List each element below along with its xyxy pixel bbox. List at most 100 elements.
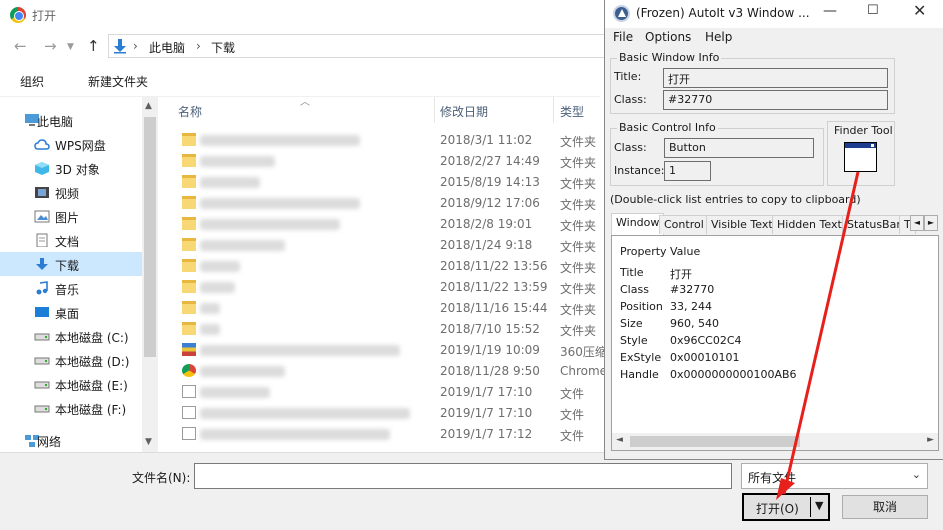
tree-item[interactable]: 下载 — [0, 252, 142, 276]
scroll-down-icon[interactable]: ▼ — [145, 437, 152, 447]
menu-options[interactable]: Options — [645, 30, 691, 44]
class-field[interactable]: #32770 — [663, 90, 888, 110]
tree-item-label: WPS网盘 — [55, 139, 106, 153]
tab-window[interactable]: Window — [611, 213, 665, 235]
file-row[interactable]: 2018/11/16 15:44 文件夹 — [160, 298, 605, 319]
back-arrow-icon[interactable]: ← — [14, 37, 27, 55]
dropdown-arrow-icon[interactable]: ▼ — [815, 499, 823, 512]
title-field[interactable]: 打开 — [663, 68, 888, 88]
tree-item[interactable]: 视频 — [0, 180, 142, 204]
file-row[interactable]: 2019/1/7 17:10 文件 — [160, 403, 605, 424]
column-header-date[interactable]: 修改日期 — [440, 103, 488, 120]
tree-item[interactable]: 此电脑 — [0, 108, 142, 132]
column-header-type[interactable]: 类型 — [560, 103, 584, 120]
tab-scroll-left-icon[interactable]: ◄ — [910, 215, 924, 231]
class-label: Class: — [614, 93, 647, 106]
file-row[interactable]: 2019/1/7 17:10 文件 — [160, 382, 605, 403]
property-name[interactable]: Position — [620, 300, 663, 313]
organize-button[interactable]: 组织 — [20, 73, 44, 90]
breadcrumb-this-pc[interactable]: 此电脑 — [149, 39, 185, 56]
tree-item[interactable]: 本地磁盘 (C:) — [0, 324, 142, 348]
property-value[interactable]: 0x96CC02C4 — [670, 334, 742, 347]
property-list-scrollbar[interactable]: ◄ ► — [612, 433, 938, 450]
copy-hint-text: (Double-click list entries to copy to cl… — [610, 193, 861, 206]
tree-item[interactable]: WPS网盘 — [0, 132, 142, 156]
scrollbar-thumb[interactable] — [144, 117, 156, 357]
tree-item[interactable]: 音乐 — [0, 276, 142, 300]
control-class-field[interactable]: Button — [664, 138, 814, 158]
property-value[interactable]: 0x0000000000100AB6 — [670, 368, 797, 381]
drive-icon — [34, 357, 50, 365]
open-button-label: 打开(O) — [756, 502, 799, 516]
menu-file[interactable]: File — [613, 30, 633, 44]
folder-icon — [182, 133, 196, 146]
tree-item[interactable]: 图片 — [0, 204, 142, 228]
address-bar[interactable]: › 此电脑 › 下载 — [108, 34, 608, 58]
property-value[interactable]: #32770 — [670, 283, 714, 296]
scroll-up-icon[interactable]: ▲ — [145, 101, 152, 111]
tree-item[interactable]: 本地磁盘 (D:) — [0, 348, 142, 372]
file-row[interactable]: 2018/11/22 13:56 文件夹 — [160, 256, 605, 277]
property-name[interactable]: Class — [620, 283, 649, 296]
folder-icon — [182, 217, 196, 230]
close-icon[interactable]: ✕ — [913, 1, 926, 20]
property-value[interactable]: 打开 — [670, 266, 692, 282]
tree-item[interactable]: 本地磁盘 (E:) — [0, 372, 142, 396]
forward-arrow-icon[interactable]: → — [44, 37, 57, 55]
value-column-header[interactable]: Value — [670, 245, 700, 258]
file-row[interactable]: 2019/1/7 17:12 文件 — [160, 424, 605, 445]
maximize-icon[interactable]: ☐ — [867, 3, 879, 18]
tree-item[interactable]: 桌面 — [0, 300, 142, 324]
tree-item-label: 视频 — [55, 187, 80, 201]
file-row[interactable]: 2018/9/12 17:06 文件夹 — [160, 193, 605, 214]
file-type-dropdown[interactable]: 所有文件 ⌄ — [741, 463, 928, 489]
file-row[interactable]: 2015/8/19 14:13 文件夹 — [160, 172, 605, 193]
tree-scrollbar[interactable]: ▲ ▼ — [142, 97, 158, 452]
scrollbar-thumb[interactable] — [630, 436, 800, 447]
tab-control[interactable]: Control — [659, 215, 709, 234]
up-arrow-icon[interactable]: ↑ — [87, 37, 100, 55]
finder-tool-crosshair[interactable] — [844, 142, 877, 172]
filename-input[interactable] — [194, 463, 732, 489]
column-separator[interactable] — [553, 97, 554, 123]
file-row[interactable]: 2018/11/28 9:50 Chrome — [160, 361, 605, 382]
open-button[interactable]: 打开(O) ▼ — [742, 493, 830, 521]
property-value[interactable]: 960, 540 — [670, 317, 719, 330]
tab-statusbar[interactable]: StatusBar — [842, 215, 906, 234]
tab-hidden-text[interactable]: Hidden Text — [772, 215, 847, 234]
tab-scroll-right-icon[interactable]: ► — [924, 215, 938, 231]
property-name[interactable]: Handle — [620, 368, 659, 381]
file-date: 2019/1/19 10:09 — [440, 343, 540, 357]
property-value[interactable]: 33, 244 — [670, 300, 712, 313]
property-name[interactable]: Title — [620, 266, 644, 279]
file-row[interactable]: 2018/11/22 13:59 文件夹 — [160, 277, 605, 298]
tree-item[interactable]: 网络 — [0, 428, 142, 452]
file-row[interactable]: 2018/3/1 11:02 文件夹 — [160, 130, 605, 151]
tree-item[interactable]: 文档 — [0, 228, 142, 252]
file-row[interactable]: 2018/2/8 19:01 文件夹 — [160, 214, 605, 235]
new-folder-button[interactable]: 新建文件夹 — [88, 73, 148, 90]
cancel-button[interactable]: 取消 — [842, 495, 928, 519]
column-separator[interactable] — [434, 97, 435, 123]
property-value[interactable]: 0x00010101 — [670, 351, 740, 364]
property-name[interactable]: ExStyle — [620, 351, 661, 364]
minimize-icon[interactable]: — — [823, 3, 837, 19]
recent-chevron-icon[interactable]: ▼ — [67, 42, 74, 52]
scroll-right-icon[interactable]: ► — [927, 435, 934, 445]
property-name[interactable]: Style — [620, 334, 648, 347]
instance-field[interactable]: 1 — [664, 161, 711, 181]
property-column-header[interactable]: Property — [620, 245, 667, 258]
tree-item[interactable]: 3D 对象 — [0, 156, 142, 180]
property-name[interactable]: Size — [620, 317, 643, 330]
file-row[interactable]: 2018/2/27 14:49 文件夹 — [160, 151, 605, 172]
column-header-name[interactable]: 名称 — [178, 103, 202, 120]
breadcrumb-downloads[interactable]: 下载 — [211, 39, 235, 56]
tab-visible-text[interactable]: Visible Text — [706, 215, 778, 234]
file-row[interactable]: 2018/1/24 9:18 文件夹 — [160, 235, 605, 256]
menu-help[interactable]: Help — [705, 30, 732, 44]
file-row[interactable]: 2018/7/10 15:52 文件夹 — [160, 319, 605, 340]
tree-item[interactable]: 本地磁盘 (F:) — [0, 396, 142, 420]
scroll-left-icon[interactable]: ◄ — [616, 435, 623, 445]
file-row[interactable]: 2019/1/19 10:09 360压缩 — [160, 340, 605, 361]
property-list: Property Value ◄ ► Title 打开 Class #32770 Pos… — [611, 235, 939, 451]
